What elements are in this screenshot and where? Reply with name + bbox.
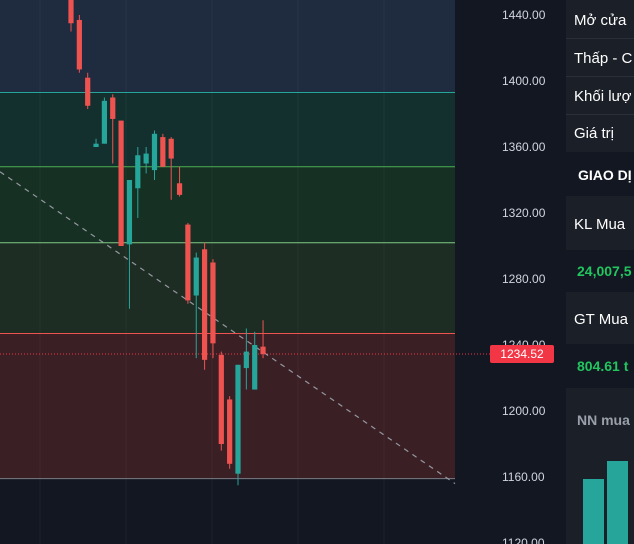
candle-down xyxy=(68,0,74,24)
candle-up xyxy=(135,155,141,189)
candle-up xyxy=(93,143,99,147)
candle-down xyxy=(202,249,208,360)
candle-down xyxy=(176,183,183,195)
y-axis-tick-label: 1200.00 xyxy=(502,404,546,418)
row-divider xyxy=(566,38,634,39)
candle-down xyxy=(260,346,266,355)
row-divider xyxy=(566,76,634,77)
volume-label: Khối lượ xyxy=(574,88,632,105)
foreign-buy-bar xyxy=(583,479,604,544)
open-price-label: Mở cửa xyxy=(574,12,627,29)
section-title: GIAO DỊ xyxy=(578,167,632,183)
candle-up xyxy=(243,351,249,369)
candle-down xyxy=(110,97,116,119)
buy-value-value: 804.61 t xyxy=(577,358,629,374)
y-axis-tick-label: 1360.00 xyxy=(502,140,546,154)
fib-zone xyxy=(0,166,455,243)
candle-down xyxy=(85,77,91,106)
candle-down xyxy=(160,137,166,167)
buy-volume-value: 24,007,5 xyxy=(577,263,632,279)
foreign-buy-bar xyxy=(607,461,628,544)
candle-down xyxy=(210,262,216,344)
candle-down xyxy=(168,138,174,159)
price-chart[interactable]: 1440.001400.001360.001320.001280.001240.… xyxy=(0,0,560,544)
row-divider xyxy=(566,114,634,115)
candle-up xyxy=(101,100,107,144)
y-axis-tick-label: 1120.00 xyxy=(502,536,545,544)
foreign-buy-label: NN mua xyxy=(577,412,630,428)
buy-volume-label: KL Mua xyxy=(574,216,626,233)
fib-zone xyxy=(0,92,455,167)
y-axis-tick-label: 1400.00 xyxy=(502,74,546,88)
candle-down xyxy=(227,399,233,464)
candle-up xyxy=(235,364,241,474)
fib-zone xyxy=(0,242,455,334)
candle-down xyxy=(218,354,224,444)
candle-up xyxy=(193,257,199,296)
candle-up xyxy=(143,153,149,164)
low-high-label: Thấp - C xyxy=(574,50,633,67)
y-axis-tick-label: 1440.00 xyxy=(502,8,546,22)
candle-up xyxy=(252,345,258,390)
candle-up xyxy=(151,133,158,171)
y-axis-tick-label: 1160.00 xyxy=(502,470,545,484)
stock-info-panel: Mở cửa Thấp - C Khối lượ Giá trị GIAO DỊ… xyxy=(566,0,634,544)
candle-up xyxy=(126,180,133,245)
buy-value-label: GT Mua xyxy=(574,311,628,328)
candle-down xyxy=(185,224,191,301)
fib-zone xyxy=(0,0,455,93)
y-axis-tick-label: 1320.00 xyxy=(502,206,546,220)
candle-down xyxy=(118,120,124,246)
candle-down xyxy=(76,19,82,70)
candlestick-chart[interactable]: 1440.001400.001360.001320.001280.001240.… xyxy=(0,0,560,544)
y-axis-tick-label: 1280.00 xyxy=(502,272,546,286)
current-price-label: 1234.52 xyxy=(490,345,554,364)
value-label: Giá trị xyxy=(574,125,615,142)
